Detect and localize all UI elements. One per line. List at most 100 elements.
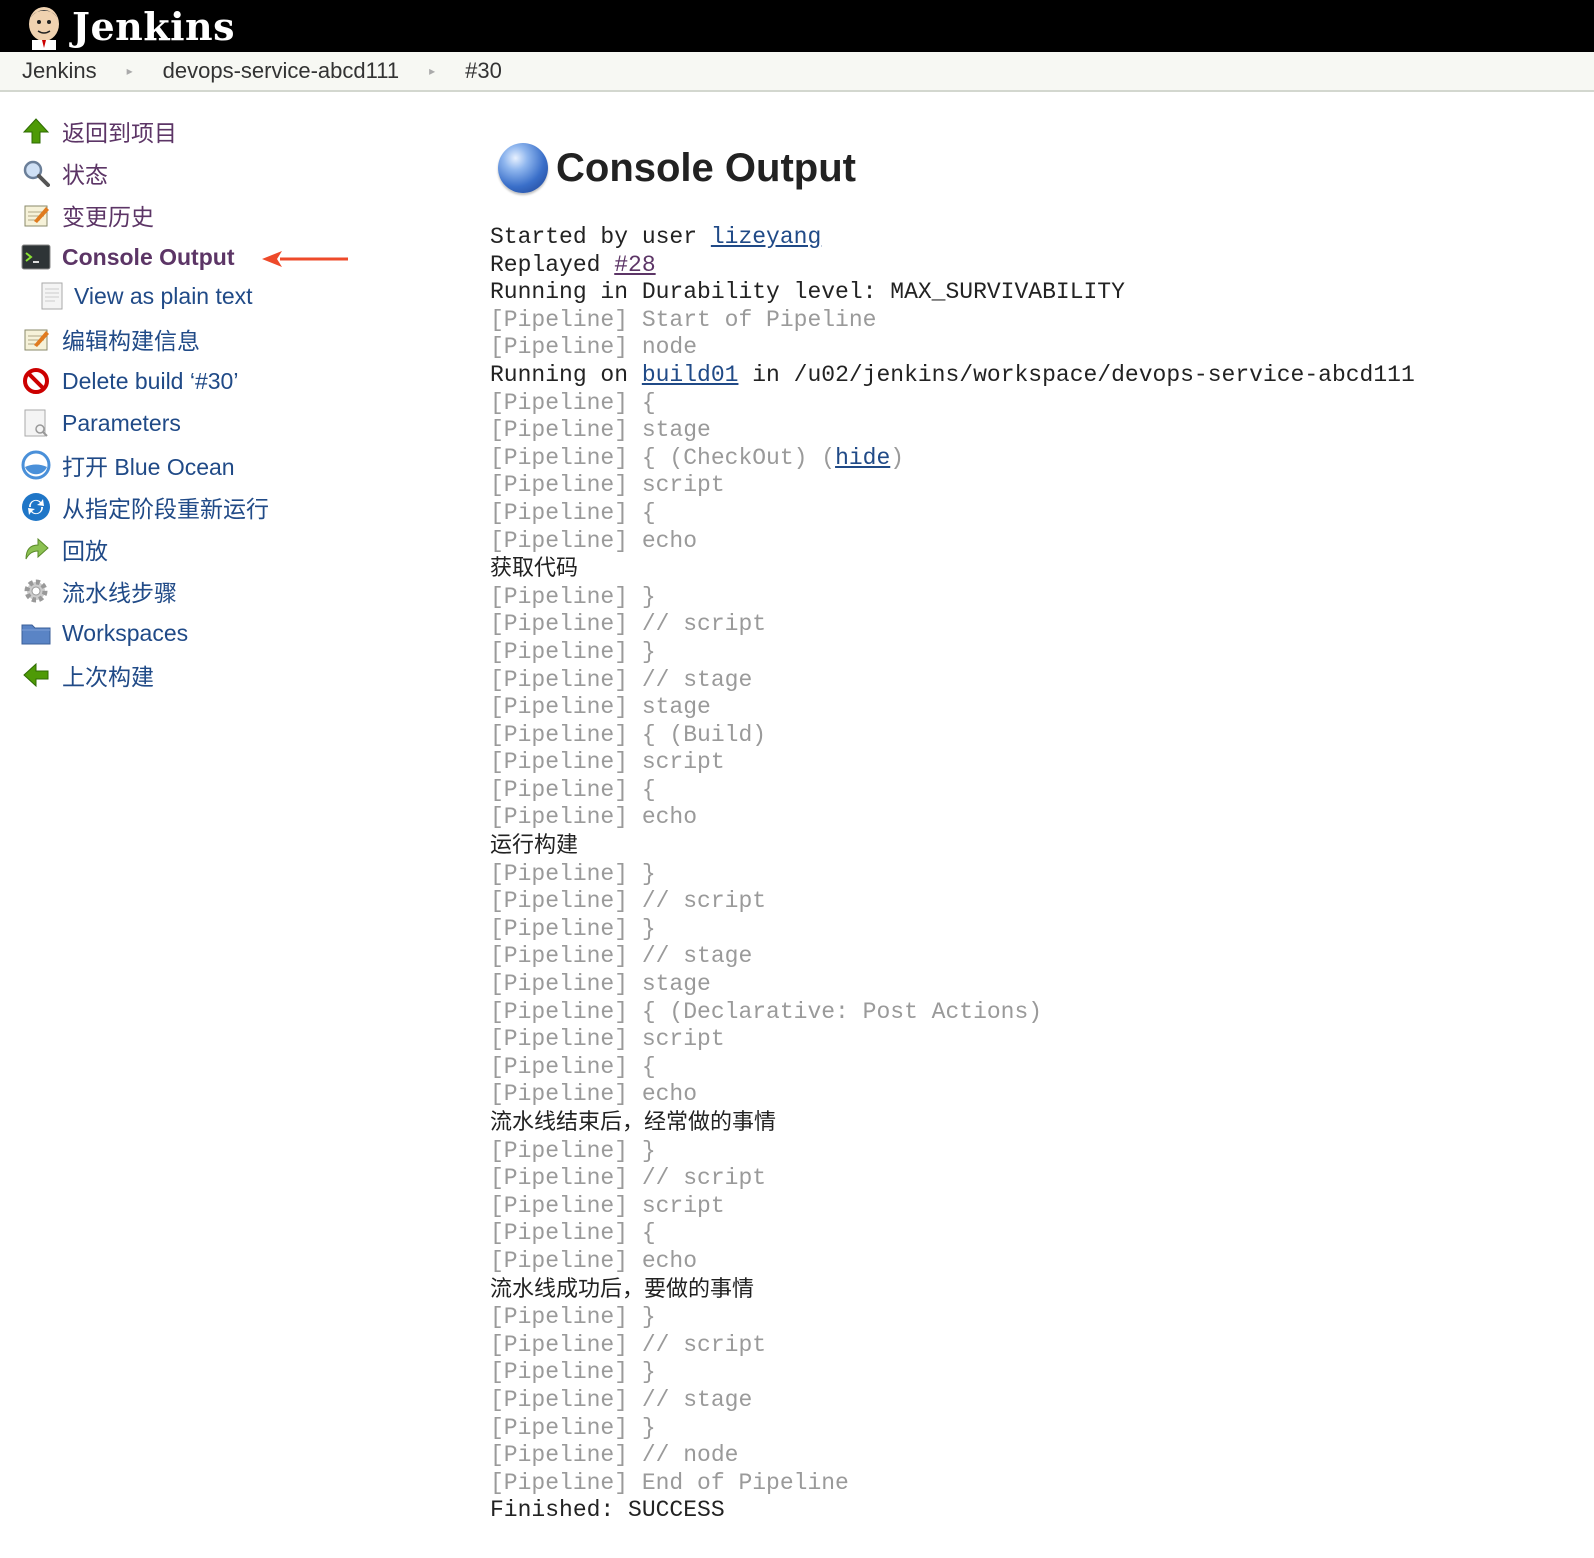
sidebar-item-label: 状态 (62, 162, 108, 188)
brand-title[interactable]: Jenkins (72, 4, 235, 49)
breadcrumb-project[interactable]: devops-service-abcd111 (163, 58, 399, 84)
console-line: [Pipeline] // stage (490, 667, 752, 693)
pipeline-step-text: // script (641, 1165, 767, 1192)
console-line: [Pipeline] // stage (490, 1387, 752, 1413)
pipeline-step-text: } (641, 1304, 656, 1331)
pipeline-step-text: echo (641, 804, 698, 831)
pipeline-tag: [Pipeline] (490, 583, 642, 610)
console-line: [Pipeline] { (490, 777, 656, 803)
main-content: Console Output Started by user lizeyang … (490, 138, 1594, 1525)
no-entry-icon (20, 365, 52, 397)
console-line: [Pipeline] script (490, 1193, 725, 1219)
console-line: [Pipeline] // script (490, 1165, 766, 1191)
sidebar-item-label: Parameters (62, 409, 181, 436)
user-link[interactable]: lizeyang (711, 224, 821, 250)
left-arrow-icon (20, 659, 52, 691)
sidebar-item-status[interactable]: 状态 (0, 152, 420, 194)
sidebar-item-previous-build[interactable]: 上次构建 (0, 654, 420, 696)
sidebar: 返回到项目 状态 变更历史 Console Output View as pla… (0, 110, 420, 696)
pipeline-tag: [Pipeline] (490, 417, 642, 444)
console-line: [Pipeline] { (490, 1220, 656, 1246)
sidebar-item-workspaces[interactable]: Workspaces (0, 612, 420, 654)
hide-link[interactable]: hide (835, 445, 890, 471)
pipeline-step-text: { (641, 1220, 656, 1247)
sidebar-item-edit-build-info[interactable]: 编辑构建信息 (0, 318, 420, 360)
console-line: [Pipeline] // script (490, 1332, 766, 1358)
pipeline-tag: [Pipeline] (490, 804, 642, 831)
sidebar-item-back-to-project[interactable]: 返回到项目 (0, 110, 420, 152)
console-line: [Pipeline] } (490, 1138, 656, 1164)
sidebar-item-console-output[interactable]: Console Output (0, 236, 420, 278)
pipeline-step-text: node (641, 334, 698, 361)
console-line: [Pipeline] stage (490, 694, 711, 720)
pipeline-tag: [Pipeline] (490, 1386, 642, 1413)
pipeline-tag: [Pipeline] (490, 694, 642, 721)
console-output: Started by user lizeyang Replayed #28 Ru… (490, 224, 1594, 1525)
pipeline-tag: [Pipeline] (490, 666, 642, 693)
pipeline-step-text: script (641, 1026, 725, 1053)
sidebar-item-replay[interactable]: 回放 (0, 528, 420, 570)
console-line: [Pipeline] echo (490, 1248, 697, 1274)
blue-ball-icon (498, 143, 548, 193)
document-icon (20, 407, 52, 439)
sidebar-item-pipeline-steps[interactable]: 流水线步骤 (0, 570, 420, 612)
console-line: [Pipeline] node (490, 334, 697, 360)
sidebar-item-plain-text[interactable]: View as plain text (0, 278, 420, 314)
pipeline-tag: [Pipeline] (490, 1026, 642, 1053)
pipeline-step-text: } (641, 1359, 656, 1386)
sidebar-item-label: 变更历史 (62, 204, 154, 230)
console-line: [Pipeline] { (490, 500, 656, 526)
pipeline-tag: [Pipeline] (490, 915, 642, 942)
sidebar-item-label: 回放 (62, 538, 108, 564)
echo-output-text: 运行构建 (490, 833, 579, 859)
pipeline-step-text: script (641, 1192, 725, 1219)
pipeline-step-text: } (641, 1414, 656, 1441)
restart-icon (20, 491, 52, 523)
sidebar-item-label: 返回到项目 (62, 120, 177, 146)
folder-icon (20, 617, 52, 649)
pipeline-tag: [Pipeline] (490, 1053, 642, 1080)
chevron-right-icon[interactable]: ▸ (127, 64, 133, 78)
sidebar-item-restart-from-stage[interactable]: 从指定阶段重新运行 (0, 486, 420, 528)
sidebar-item-blue-ocean[interactable]: 打开 Blue Ocean (0, 444, 420, 486)
console-line: [Pipeline] script (490, 749, 725, 775)
breadcrumb-build[interactable]: #30 (465, 58, 502, 84)
pipeline-tag: [Pipeline] (490, 943, 642, 970)
pipeline-tag: [Pipeline] (490, 776, 642, 803)
sidebar-item-delete-build[interactable]: Delete build ‘#30’ (0, 360, 420, 402)
up-arrow-icon (20, 115, 52, 147)
sidebar-item-label: Console Output (62, 243, 235, 270)
pipeline-tag: [Pipeline] (490, 1220, 642, 1247)
pipeline-tag: [Pipeline] (490, 472, 642, 499)
pipeline-step-text: echo (641, 1247, 698, 1274)
node-link[interactable]: build01 (642, 362, 739, 388)
breadcrumb-jenkins[interactable]: Jenkins (22, 58, 97, 84)
terminal-icon (20, 241, 52, 273)
pipeline-tag: [Pipeline] (490, 1165, 642, 1192)
pipeline-step-text: { (Build) (641, 721, 767, 748)
pipeline-tag: [Pipeline] (490, 860, 642, 887)
pipeline-tag: [Pipeline] (490, 444, 642, 471)
pipeline-tag: [Pipeline] (490, 638, 642, 665)
log-lines: [Pipeline] Start of Pipeline [Pipeline] … (490, 307, 1415, 1496)
console-line: 运行构建 (490, 833, 578, 859)
started-text: Started by user (490, 224, 711, 250)
pipeline-tag: [Pipeline] (490, 1247, 642, 1274)
console-line: [Pipeline] { (Declarative: Post Actions) (490, 999, 1042, 1025)
console-line: [Pipeline] { (Build) (490, 722, 766, 748)
top-bar: Jenkins (0, 0, 1594, 52)
pipeline-step-text: } (641, 915, 656, 942)
sidebar-item-changes[interactable]: 变更历史 (0, 194, 420, 236)
pipeline-step-text: script (641, 749, 725, 776)
pipeline-step-text: // script (641, 1331, 767, 1358)
chevron-right-icon[interactable]: ▸ (429, 64, 435, 78)
jenkins-logo-icon[interactable] (22, 2, 66, 50)
sidebar-item-parameters[interactable]: Parameters (0, 402, 420, 444)
pipeline-tag: [Pipeline] (490, 611, 642, 638)
sidebar-item-label: 上次构建 (62, 664, 154, 690)
console-line: [Pipeline] // node (490, 1442, 738, 1468)
blue-ocean-icon (20, 449, 52, 481)
pipeline-step-text: // stage (641, 666, 753, 693)
replayed-build-link[interactable]: #28 (614, 252, 655, 278)
console-line: [Pipeline] } (490, 1304, 656, 1330)
